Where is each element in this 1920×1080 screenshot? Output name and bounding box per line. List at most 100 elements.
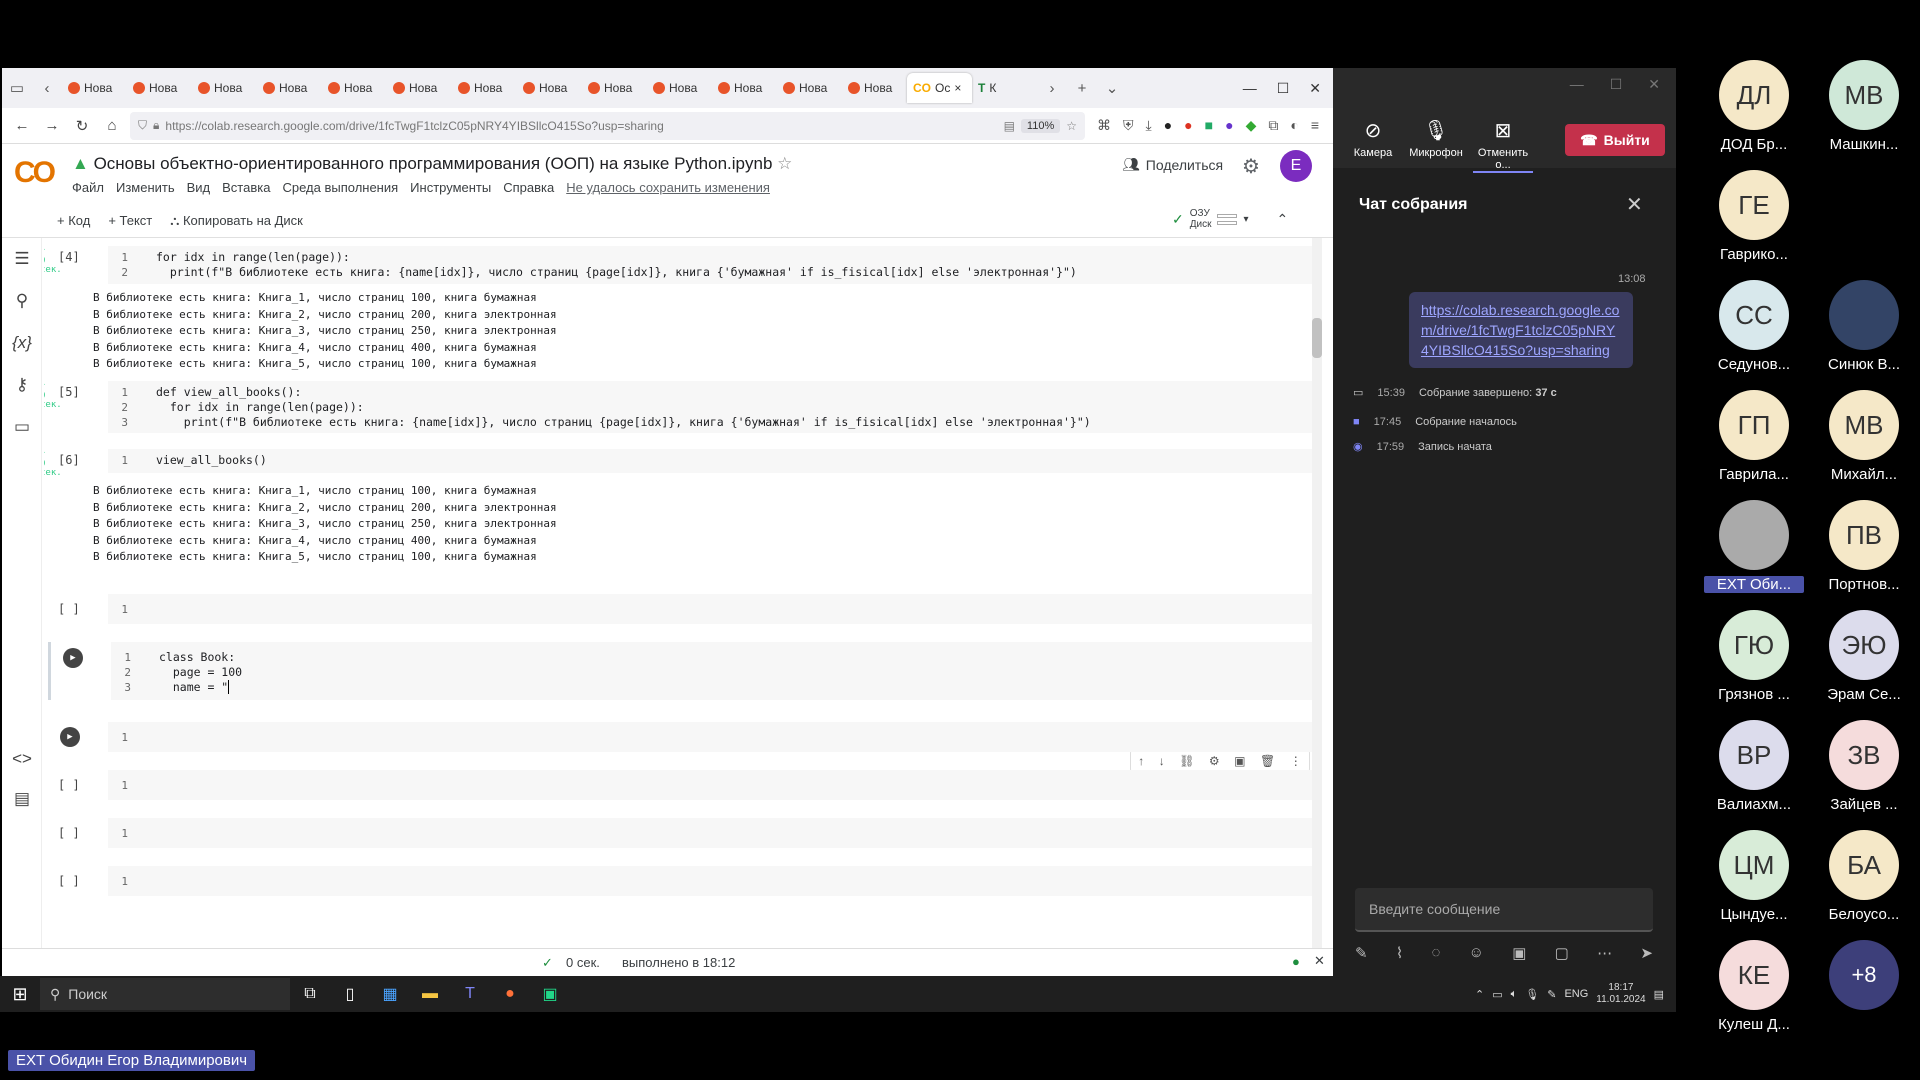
extension-gem-icon[interactable]: ◆ [1246,117,1257,134]
add-code-button[interactable]: + Код [57,213,90,228]
tab-item[interactable]: Нова [257,73,322,103]
forward-icon[interactable]: → [40,114,64,138]
code-editor[interactable]: 1 [108,594,1316,624]
participant-tile[interactable]: ГЕ Гаврико... [1704,170,1804,263]
scroll-left-icon[interactable]: ‹ [32,73,62,103]
zoom-level[interactable]: 110% [1020,118,1061,133]
add-text-button[interactable]: + Текст [108,213,152,228]
leave-button[interactable]: ☎ Выйти [1565,124,1665,156]
send-icon[interactable]: ➤ [1640,944,1653,962]
adblock-icon[interactable]: ● [1184,117,1192,134]
participant-tile[interactable]: ДЛ ДОД Бр... [1704,60,1804,153]
minimize-icon[interactable]: — [1243,80,1257,97]
terminal-icon[interactable]: ▤ [2,778,42,820]
menu-tools[interactable]: Инструменты [410,180,491,195]
participant-tile[interactable]: МВ Машкин... [1814,60,1914,153]
code-snippets-icon[interactable]: <> [2,738,42,780]
search-icon[interactable]: ⚲ [2,280,42,322]
close-window-icon[interactable]: ✕ [1648,76,1660,100]
task-view-icon[interactable]: ⧉ [290,976,330,1012]
collapse-icon[interactable]: ⌃ [1277,211,1289,228]
participant-tile[interactable]: ВР Валиахм... [1704,720,1804,813]
share-button[interactable]: 👥︎ Поделиться [1122,156,1223,173]
participant-tile[interactable]: ПВ Портнов... [1814,500,1914,593]
loop-icon[interactable]: ◌ [1431,944,1440,962]
tab-item[interactable]: Нова [647,73,712,103]
emoji-icon[interactable]: ☺ [1469,944,1484,962]
link-icon[interactable]: ⛓ [1179,754,1194,768]
shield-check-icon[interactable]: ⛨ [1123,117,1134,134]
move-up-icon[interactable]: ↑ [1138,754,1144,768]
download-icon[interactable]: ⤓ [1146,117,1152,134]
chevron-down-icon[interactable]: ⌄ [1097,73,1127,103]
menu-help[interactable]: Справка [503,180,554,195]
save-warning-link[interactable]: Не удалось сохранить изменения [566,180,770,195]
camera-button[interactable]: ⊘ Камера [1343,118,1403,159]
code-cell[interactable]: ✓0сек. [4] 1for idx in range(len(page)):… [44,246,1316,372]
colab-logo[interactable]: CO [14,156,56,190]
clock[interactable]: 18:17 11.01.2024 [1596,982,1645,1006]
move-down-icon[interactable]: ↓ [1159,754,1165,768]
code-editor[interactable]: 1 [108,770,1316,800]
extension-green-icon[interactable]: ■ [1205,117,1213,134]
address-bar[interactable]: ⛉ 🔒︎ https://colab.research.google.com/d… [130,111,1085,140]
participant-tile[interactable]: ЗВ Зайцев ... [1814,720,1914,813]
back-icon[interactable]: ← [10,114,34,138]
participant-tile[interactable]: КЕ Кулеш Д... [1704,940,1804,1033]
tab-item[interactable]: Нова [62,73,127,103]
windows-start-icon[interactable]: ⊞ [0,976,40,1012]
participant-tile[interactable]: +8 [1814,940,1914,1016]
key-icon[interactable]: ⚷ [2,364,42,406]
participant-tile[interactable]: ЦМ Цындуе... [1704,830,1804,923]
minimize-icon[interactable]: — [1570,76,1584,100]
tab-item[interactable]: Нова [777,73,842,103]
code-editor[interactable]: 1 [108,866,1316,896]
code-cell[interactable]: [ ] 1 [48,818,1316,848]
code-cell[interactable]: ✓0сек. [5] 1def view_all_books(): 2 for … [44,381,1316,433]
pen-icon[interactable]: ✎ [1547,988,1556,1001]
participant-tile[interactable]: ЭЮ Эрам Се... [1814,610,1914,703]
calculator-icon[interactable]: ▦ [370,976,410,1012]
notebook-title[interactable]: ▲ Основы объектно-ориентированного прогр… [72,154,792,174]
code-editor[interactable]: 1 view_all_books() [108,449,1316,473]
more-icon[interactable]: ⋯ [1597,944,1612,962]
tab-item[interactable]: Нова [387,73,452,103]
toc-icon[interactable]: ☰ [2,238,42,280]
scroll-right-icon[interactable]: › [1037,73,1067,103]
copy-to-drive-button[interactable]: ⛬ Копировать на Диск [170,213,303,229]
code-editor[interactable]: 1 for idx in range(len(page)): 2 print(f"… [108,246,1316,284]
star-icon[interactable]: ☆ [777,154,792,173]
participant-tile[interactable]: МВ Михайл... [1814,390,1914,483]
participant-tile[interactable]: СС Седунов... [1704,280,1804,373]
maximize-icon[interactable]: ☐ [1277,80,1290,97]
scrollbar[interactable] [1312,238,1322,948]
chevron-up-icon[interactable]: ⌃ [1475,988,1484,1001]
tab-list-icon[interactable]: ▭ [2,73,32,103]
microphone-icon[interactable]: 🎙︎ [1525,988,1539,1001]
menu-file[interactable]: Файл [72,180,104,195]
star-icon[interactable]: ☆ [1066,119,1077,133]
menu-insert[interactable]: Вставка [222,180,270,195]
tab-item[interactable]: Нова [127,73,192,103]
more-icon[interactable]: ⋮ [1290,754,1302,768]
close-icon[interactable]: ✕ [1314,953,1325,969]
participant-tile[interactable]: EXT Оби... [1704,500,1804,593]
menu-edit[interactable]: Изменить [116,180,175,195]
volume-icon[interactable]: 🔈︎ [1511,988,1518,1001]
code-cell-active[interactable]: ▶ 1 class Book: 2 page = 100 3 name = " [48,642,1316,700]
sticker-icon[interactable]: ▢ [1555,944,1569,962]
firefox-icon[interactable]: ● [490,976,530,1012]
gear-icon[interactable]: ⚙ [1209,754,1220,768]
scrollbar-thumb[interactable] [1312,318,1322,358]
url-text[interactable]: https://colab.research.google.com/drive/… [165,119,997,133]
tab-item[interactable]: Нова [452,73,517,103]
tab-item[interactable]: Нова [842,73,907,103]
menu-view[interactable]: Вид [187,180,211,195]
close-icon[interactable]: × [954,81,961,95]
teams-icon[interactable]: T [450,976,490,1012]
tab-item[interactable]: Нова [582,73,647,103]
avatar[interactable]: E [1280,150,1312,182]
pocket-icon[interactable]: ⌘ [1097,117,1111,134]
code-editor[interactable]: 1 def view_all_books(): 2 for idx in rang… [108,381,1316,433]
code-cell[interactable]: ✓0сек. [6] 1view_all_books() В библиотек… [44,449,1316,579]
